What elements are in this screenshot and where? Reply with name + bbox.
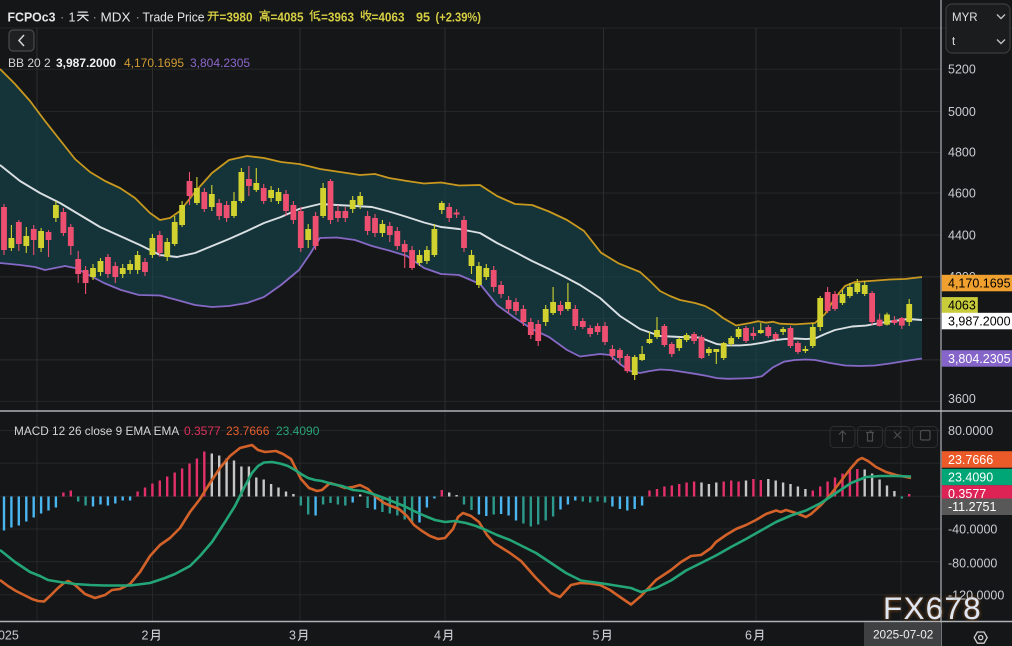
svg-text:4063: 4063 — [948, 299, 976, 313]
svg-text:=3980: =3980 — [220, 11, 253, 25]
svg-text:5200: 5200 — [948, 63, 976, 77]
svg-text:=4063: =4063 — [372, 11, 405, 25]
svg-text:2025-07-02: 2025-07-02 — [873, 628, 933, 642]
svg-text:Trade Price: Trade Price — [143, 11, 205, 25]
svg-text:3600: 3600 — [948, 392, 976, 406]
svg-text:6: 6 — [745, 629, 752, 643]
svg-text:4: 4 — [434, 629, 441, 643]
svg-text:(+2.39%): (+2.39%) — [436, 11, 482, 25]
svg-text:4600: 4600 — [948, 186, 976, 200]
svg-text:95: 95 — [416, 11, 430, 25]
svg-text:3: 3 — [289, 629, 296, 643]
svg-text:-80.0000: -80.0000 — [948, 557, 997, 571]
svg-text:5: 5 — [593, 629, 600, 643]
svg-text:2025: 2025 — [0, 629, 19, 643]
svg-text:=3963: =3963 — [321, 11, 354, 25]
svg-text:-11.2751: -11.2751 — [948, 500, 996, 514]
svg-text:3,804.2305: 3,804.2305 — [190, 56, 250, 70]
svg-text:80.0000: 80.0000 — [948, 424, 993, 438]
svg-text:·: · — [136, 10, 140, 25]
svg-text:·: · — [93, 10, 97, 25]
svg-text:4400: 4400 — [948, 228, 976, 242]
svg-text:4,170.1695: 4,170.1695 — [948, 276, 1011, 290]
svg-text:0.3577: 0.3577 — [184, 424, 221, 438]
svg-text:=4085: =4085 — [271, 11, 304, 25]
svg-text:MYR: MYR — [952, 12, 978, 24]
svg-text:MDX: MDX — [101, 11, 132, 25]
svg-text:23.4090: 23.4090 — [276, 424, 320, 438]
svg-text:MACD 12 26 close 9 EMA EMA: MACD 12 26 close 9 EMA EMA — [14, 424, 179, 438]
svg-text:3,987.2000: 3,987.2000 — [56, 56, 116, 70]
svg-text:4,170.1695: 4,170.1695 — [124, 56, 184, 70]
svg-text:-120.0000: -120.0000 — [948, 588, 1004, 602]
svg-text:-40.0000: -40.0000 — [948, 522, 997, 536]
svg-text:2: 2 — [142, 629, 149, 643]
svg-text:FCPOc3: FCPOc3 — [8, 10, 56, 25]
svg-text:1: 1 — [69, 11, 76, 25]
svg-text:4800: 4800 — [948, 146, 976, 160]
svg-text:3,987.2000: 3,987.2000 — [948, 314, 1011, 328]
svg-text:23.7666: 23.7666 — [226, 424, 270, 438]
svg-text:23.7666: 23.7666 — [948, 453, 993, 467]
svg-text:BB 20 2: BB 20 2 — [8, 56, 51, 70]
svg-text:23.4090: 23.4090 — [948, 470, 993, 484]
svg-text:5000: 5000 — [948, 105, 976, 119]
svg-text:3,804.2305: 3,804.2305 — [948, 352, 1011, 366]
svg-text:·: · — [60, 10, 64, 25]
